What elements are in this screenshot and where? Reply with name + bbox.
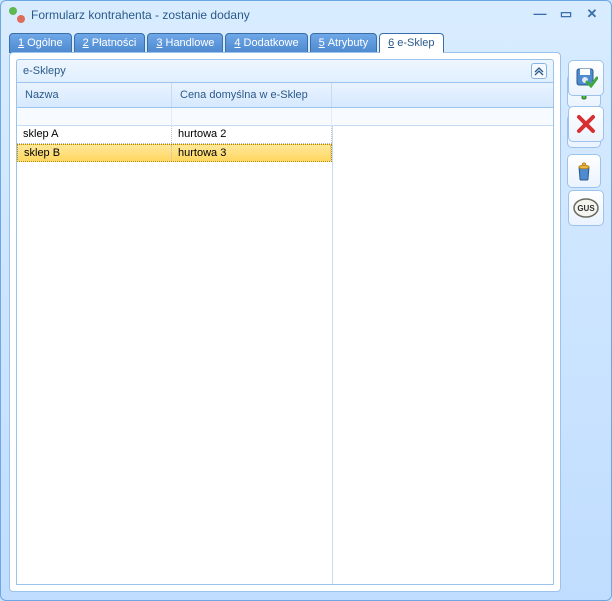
cancel-button[interactable] xyxy=(568,106,604,142)
table-row[interactable]: sklep B hurtowa 3 xyxy=(17,144,332,162)
disk-check-icon xyxy=(574,66,598,90)
chevron-up-icon xyxy=(534,66,544,76)
grid-body: sklep A hurtowa 2 sklep B hurtowa 3 xyxy=(17,126,553,584)
table-row[interactable]: sklep A hurtowa 2 xyxy=(17,126,332,144)
grid-header: Nazwa Cena domyślna w e-Sklep xyxy=(17,83,553,108)
filter-cell-nazwa[interactable] xyxy=(17,108,172,126)
tab-dodatkowe[interactable]: 4Dodatkowe xyxy=(225,33,307,53)
window-title: Formularz kontrahenta - zostanie dodany xyxy=(31,8,525,22)
minimize-button[interactable]: — xyxy=(529,6,551,24)
titlebar: Formularz kontrahenta - zostanie dodany … xyxy=(1,1,611,29)
outer-toolbar: GUS xyxy=(568,60,604,226)
group-title: e-Sklepy xyxy=(23,65,531,77)
cell-cena: hurtowa 2 xyxy=(172,126,332,143)
close-window-button[interactable]: ✕ xyxy=(581,6,603,24)
collapse-button[interactable] xyxy=(531,63,547,79)
gus-icon: GUS xyxy=(572,197,600,219)
gus-button[interactable]: GUS xyxy=(568,190,604,226)
tab-atrybuty[interactable]: 5Atrybuty xyxy=(310,33,377,53)
tab-platnosci[interactable]: 2Płatności xyxy=(74,33,146,53)
group-header: e-Sklepy xyxy=(16,59,554,83)
app-icon xyxy=(9,7,25,23)
save-button[interactable] xyxy=(568,60,604,96)
cell-nazwa: sklep A xyxy=(17,126,172,143)
filter-cell-cena[interactable] xyxy=(172,108,332,126)
svg-text:GUS: GUS xyxy=(577,204,595,213)
tab-panel: e-Sklepy Nazwa Cena domyślna w e-Sklep xyxy=(9,52,561,592)
maximize-button[interactable]: ▭ xyxy=(555,6,577,24)
cell-nazwa: sklep B xyxy=(18,145,172,161)
cell-cena: hurtowa 3 xyxy=(172,145,331,161)
tab-strip: 1Ogólne 2Płatności 3Handlowe 4Dodatkowe … xyxy=(9,33,603,53)
grid-filter-row[interactable] xyxy=(17,108,553,126)
content-area: 1Ogólne 2Płatności 3Handlowe 4Dodatkowe … xyxy=(1,29,611,600)
tab-handlowe[interactable]: 3Handlowe xyxy=(147,33,223,53)
x-red-icon xyxy=(575,113,597,135)
tab-ogolne[interactable]: 1Ogólne xyxy=(9,33,72,53)
grid: Nazwa Cena domyślna w e-Sklep sklep A hu… xyxy=(16,83,554,585)
window: Formularz kontrahenta - zostanie dodany … xyxy=(0,0,612,601)
main-row: e-Sklepy Nazwa Cena domyślna w e-Sklep xyxy=(9,52,603,592)
column-header-cena[interactable]: Cena domyślna w e-Sklep xyxy=(172,83,332,107)
grid-rows: sklep A hurtowa 2 sklep B hurtowa 3 xyxy=(17,126,333,584)
tab-esklep[interactable]: 6e-Sklep xyxy=(379,33,443,53)
column-header-nazwa[interactable]: Nazwa xyxy=(17,83,172,107)
